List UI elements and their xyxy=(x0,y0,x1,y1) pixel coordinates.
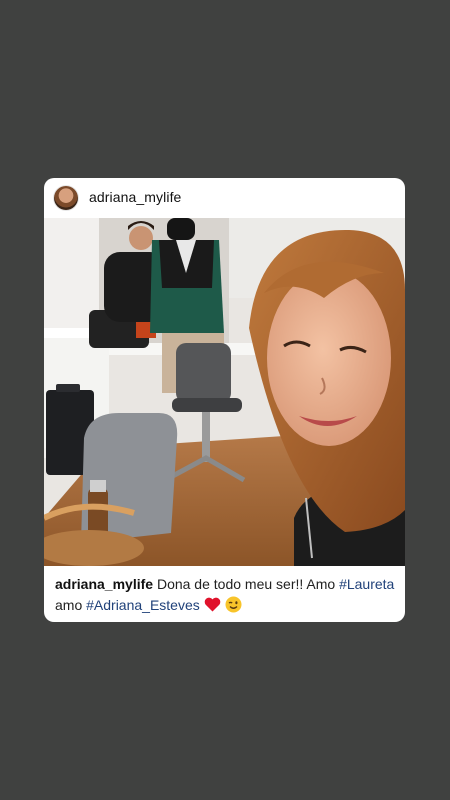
winking-face-emoji-icon xyxy=(225,596,242,613)
post-username[interactable]: adriana_mylife xyxy=(89,189,181,205)
hashtag-laureta[interactable]: #Laureta xyxy=(339,576,394,592)
caption-text-2: amo xyxy=(55,597,87,613)
caption-text-1: Dona de todo meu ser!! Amo xyxy=(156,576,340,592)
avatar[interactable] xyxy=(54,186,78,210)
post-photo[interactable] xyxy=(44,218,405,566)
post-header: adriana_mylife xyxy=(44,178,405,218)
heart-emoji-icon xyxy=(204,597,220,612)
post-card: adriana_mylife adriana_mylife Dona de to… xyxy=(44,178,405,622)
caption-username[interactable]: adriana_mylife xyxy=(55,576,153,592)
post-caption: adriana_mylife Dona de todo meu ser!! Am… xyxy=(55,574,398,616)
hashtag-adriana-esteves[interactable]: #Adriana_Esteves xyxy=(86,597,200,613)
photo-illustration xyxy=(44,218,405,566)
